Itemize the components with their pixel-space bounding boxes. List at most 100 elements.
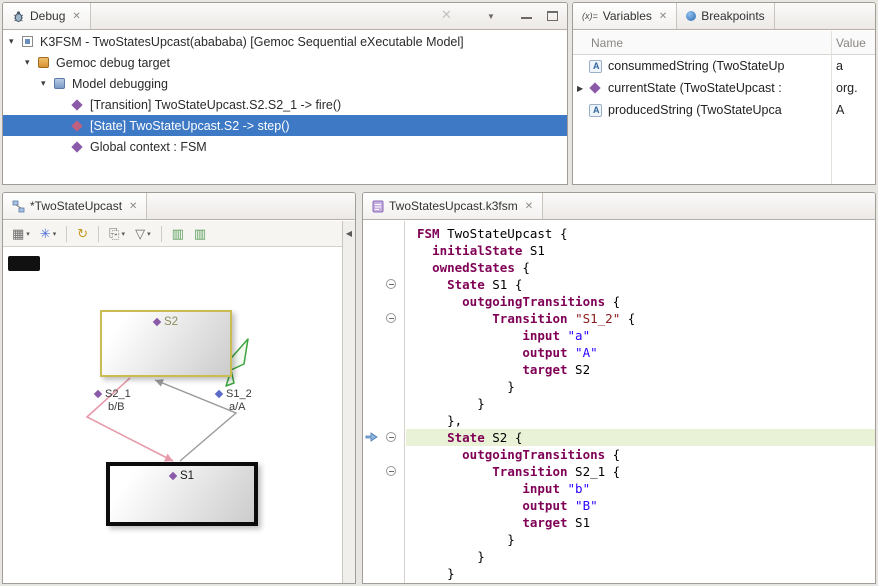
export-image-icon-button[interactable]: ▥: [169, 225, 187, 242]
dropdown-arrow-icon[interactable]: ▾: [122, 230, 126, 238]
debug-view: Debug ✕ ✕▼ ▾K3FSM - TwoStatesUpcast(abab…: [2, 2, 568, 185]
code-line[interactable]: input "b": [406, 480, 875, 497]
refresh-icon: ↻: [77, 227, 88, 240]
debug-tree-row[interactable]: [Transition] TwoStateUpcast.S2.S2_1 -> f…: [3, 94, 567, 115]
export-image-icon: ▥: [172, 227, 184, 240]
tab-diagram-label: *TwoStateUpcast: [30, 199, 122, 213]
fold-collapse-icon[interactable]: [386, 466, 396, 476]
palette-collapse-icon[interactable]: ◀: [343, 229, 355, 238]
code-lines[interactable]: FSM TwoStateUpcast { initialState S1 own…: [406, 221, 875, 583]
variable-row[interactable]: ▶currentState (TwoStateUpcast :org.: [573, 77, 875, 99]
debug-tree-row[interactable]: Global context : FSM: [3, 136, 567, 157]
code-line[interactable]: }: [406, 378, 875, 395]
fold-collapse-icon[interactable]: [386, 313, 396, 323]
breakpoint-icon: [686, 11, 696, 21]
debug-tabbar: Debug ✕ ✕▼: [3, 3, 567, 30]
code-line[interactable]: State S2 {: [406, 429, 875, 446]
editor-tabbar: TwoStatesUpcast.k3fsm ✕: [363, 193, 875, 220]
annotation-ruler[interactable]: [363, 221, 379, 583]
code-line[interactable]: target S1: [406, 514, 875, 531]
arrange-icon-button[interactable]: ▦▾: [9, 225, 33, 242]
code-line[interactable]: ownedStates {: [406, 259, 875, 276]
code-line[interactable]: }: [406, 531, 875, 548]
code-line[interactable]: output "B": [406, 497, 875, 514]
code-line[interactable]: }: [406, 548, 875, 565]
code-line[interactable]: },: [406, 412, 875, 429]
reference-icon: [589, 82, 600, 93]
refresh-icon-button[interactable]: ↻: [74, 225, 91, 242]
variables-icon: (x)=: [582, 11, 598, 21]
debug-tree[interactable]: ▾K3FSM - TwoStatesUpcast(abababa) [Gemoc…: [3, 31, 567, 184]
code-line[interactable]: }: [406, 565, 875, 582]
diagram-canvas[interactable]: S2 S1 S2_1 b/B S1_2 a/A: [3, 247, 342, 583]
transition-edges: [3, 247, 343, 584]
tab-variables[interactable]: (x)= Variables ✕: [573, 3, 677, 29]
code-line[interactable]: output "A": [406, 344, 875, 361]
filter-icon-button[interactable]: ▽▾: [132, 225, 154, 242]
fold-ruler[interactable]: [379, 221, 405, 583]
clear-console-icon[interactable]: ✕: [441, 7, 452, 23]
code-line[interactable]: }: [406, 395, 875, 412]
select-mode-icon-button[interactable]: ✳▾: [37, 225, 59, 242]
paste-format-icon: ⎘: [109, 227, 119, 240]
tab-breakpoints[interactable]: Breakpoints: [677, 3, 774, 29]
transition-io-label: b/B: [108, 401, 131, 414]
transition-label-s2_1[interactable]: S2_1 b/B: [95, 388, 131, 414]
code-line[interactable]: State S1 {: [406, 276, 875, 293]
transition-label-s1_2[interactable]: S1_2 a/A: [216, 388, 252, 414]
dropdown-arrow-icon[interactable]: ▾: [26, 230, 30, 238]
variables-rows[interactable]: consummedString (TwoStateUpa ▶ currentStat…: [573, 55, 875, 184]
code-line[interactable]: target S2: [406, 361, 875, 378]
variable-name: consummedString (TwoStateUp: [608, 59, 784, 73]
code-line[interactable]: initialState S1: [406, 242, 875, 259]
tree-item-label: [Transition] TwoStateUpcast.S2.S2_1 -> f…: [90, 98, 341, 112]
variable-name: currentState (TwoStateUpcast :: [608, 81, 782, 95]
expander-down-icon[interactable]: ▾: [9, 36, 22, 47]
close-tab-icon[interactable]: ✕: [525, 201, 533, 212]
expander-down-icon[interactable]: ▾: [25, 57, 38, 68]
palette-collapsed-strip[interactable]: ◀: [342, 221, 355, 583]
export-all-icon: ▥: [194, 227, 206, 240]
code-line[interactable]: input "a": [406, 327, 875, 344]
state-label: S2: [102, 316, 230, 328]
fold-collapse-icon[interactable]: [386, 279, 396, 289]
debug-tree-row[interactable]: [State] TwoStateUpcast.S2 -> step(): [3, 115, 567, 136]
code-line[interactable]: outgoingTransitions {: [406, 446, 875, 463]
dropdown-arrow-icon[interactable]: ▾: [147, 230, 151, 238]
code-line[interactable]: Transition "S1_2" {: [406, 310, 875, 327]
attribute-icon: [589, 104, 602, 117]
export-all-icon-button[interactable]: ▥: [191, 225, 209, 242]
minimize-icon[interactable]: [521, 17, 532, 19]
state-label: S1: [110, 470, 254, 482]
close-tab-icon[interactable]: ✕: [129, 201, 137, 212]
expander-right-icon[interactable]: ▶: [577, 84, 589, 93]
tab-diagram[interactable]: *TwoStateUpcast ✕: [3, 193, 147, 219]
diagram-editor-view: *TwoStateUpcast ✕ ▦▾✳▾↻⎘▾▽▾▥▥ ◀ S2 S1 S2…: [2, 192, 356, 584]
debug-tree-row[interactable]: ▾K3FSM - TwoStatesUpcast(abababa) [Gemoc…: [3, 31, 567, 52]
variable-row[interactable]: producedString (TwoStateUpcaA: [573, 99, 875, 121]
maximize-icon[interactable]: [547, 11, 558, 21]
tree-item-label: Gemoc debug target: [56, 56, 170, 70]
debug-tree-row[interactable]: ▾Model debugging: [3, 73, 567, 94]
debug-tree-row[interactable]: ▾ Gemoc debug target: [3, 52, 567, 73]
variable-value: A: [836, 103, 844, 117]
fold-collapse-icon[interactable]: [386, 432, 396, 442]
diagram-toolbar: ▦▾✳▾↻⎘▾▽▾▥▥: [3, 221, 342, 247]
state-node-s1[interactable]: S1: [106, 462, 258, 526]
code-editor-view: TwoStatesUpcast.k3fsm ✕ FSM TwoStateUpca…: [362, 192, 876, 584]
view-menu-icon[interactable]: ▼: [487, 12, 495, 21]
paste-format-icon-button[interactable]: ⎘▾: [106, 225, 128, 242]
code-line[interactable]: outgoingTransitions {: [406, 293, 875, 310]
diagram-tabbar: *TwoStateUpcast ✕: [3, 193, 355, 220]
tab-k3fsm-file[interactable]: TwoStatesUpcast.k3fsm ✕: [363, 193, 543, 219]
eclipse-window: { "colors": { "selection": "#3e79c6", "k…: [0, 0, 878, 586]
close-tab-icon[interactable]: ✕: [659, 11, 667, 22]
code-line[interactable]: FSM TwoStateUpcast {: [406, 225, 875, 242]
variables-tabbar: (x)= Variables ✕ Breakpoints: [573, 3, 875, 30]
state-node-s2[interactable]: S2: [100, 310, 232, 377]
code-line[interactable]: Transition S2_1 {: [406, 463, 875, 480]
filter-icon: ▽: [135, 227, 145, 240]
dropdown-arrow-icon[interactable]: ▾: [53, 230, 57, 238]
variable-row[interactable]: consummedString (TwoStateUpa: [573, 55, 875, 77]
expander-down-icon[interactable]: ▾: [41, 78, 54, 89]
